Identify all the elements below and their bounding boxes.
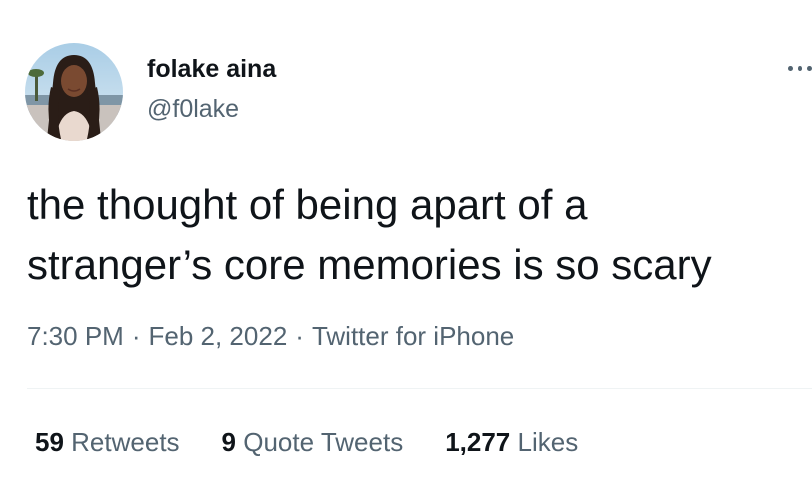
tweet-date[interactable]: Feb 2, 2022	[149, 321, 288, 351]
tweet-meta: 7:30 PM · Feb 2, 2022 · Twitter for iPhone	[27, 318, 514, 354]
likes-count: 1,277	[445, 427, 511, 457]
likes-label: Likes	[517, 427, 579, 457]
author-block: folake aina @f0lake	[147, 52, 276, 126]
retweets-stat[interactable]: 59 Retweets	[35, 424, 180, 460]
avatar[interactable]	[25, 43, 123, 141]
tweet-time[interactable]: 7:30 PM	[27, 321, 124, 351]
tweet-text-line: the thought of being apart of a	[27, 181, 588, 228]
more-dot-icon	[807, 65, 812, 71]
meta-separator: ·	[131, 321, 141, 351]
tweet-source[interactable]: Twitter for iPhone	[312, 321, 514, 351]
tweet-text-line: stranger’s core memories is so scary	[27, 241, 712, 288]
more-dot-icon	[797, 65, 803, 71]
display-name[interactable]: folake aina	[147, 52, 276, 86]
tweet-card: folake aina @f0lake the thought of being…	[0, 0, 812, 492]
tweet-text: the thought of being apart of a stranger…	[27, 175, 797, 295]
quote-tweets-label: Quote Tweets	[243, 427, 404, 457]
retweets-count: 59	[35, 427, 64, 457]
meta-separator: ·	[295, 321, 304, 351]
profile-photo-icon	[25, 43, 123, 141]
retweets-label: Retweets	[71, 427, 180, 457]
divider	[27, 388, 812, 389]
engagement-stats: 59 Retweets 9 Quote Tweets 1,277 Likes	[35, 424, 578, 460]
more-dot-icon	[788, 65, 793, 71]
quote-tweets-stat[interactable]: 9 Quote Tweets	[222, 424, 404, 460]
more-options-button[interactable]	[788, 58, 812, 78]
quote-tweets-count: 9	[221, 427, 237, 457]
user-handle[interactable]: @f0lake	[147, 92, 276, 126]
likes-stat[interactable]: 1,277 Likes	[445, 424, 578, 460]
